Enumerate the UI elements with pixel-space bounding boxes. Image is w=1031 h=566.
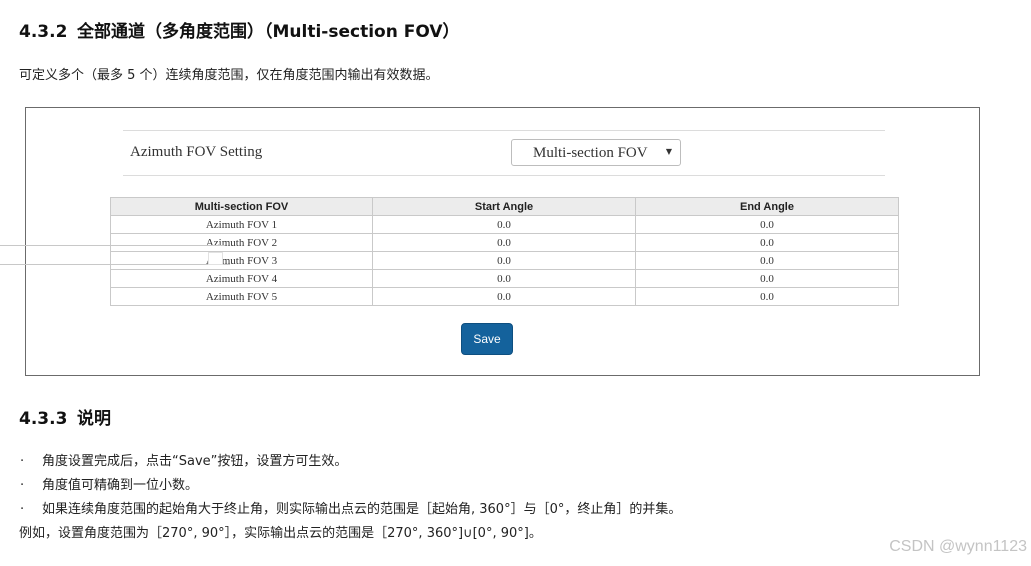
end-angle-cell[interactable]: 0.0 (635, 269, 899, 288)
end-angle-cell[interactable]: 0.0 (635, 287, 899, 306)
start-angle-cell[interactable]: 0.0 (372, 269, 636, 288)
fov-mode-selected-value: Multi-section FOV (533, 145, 648, 161)
section-title: 全部通道（多角度范围）（Multi-section FOV） (77, 22, 460, 42)
section-number: 4.3.2 (19, 22, 68, 42)
bullet-marker: · (20, 502, 25, 517)
fov-name-cell: Azimuth FOV 4 (110, 269, 373, 288)
table-row: Azimuth FOV 2 0.0 0.0 (110, 233, 899, 252)
start-angle-cell[interactable]: 0.0 (372, 251, 636, 270)
overlay-line (0, 245, 225, 246)
watermark: CSDN @wynn1123 (889, 538, 1027, 555)
caret-down-icon: ▼ (665, 147, 672, 156)
overlay-box (208, 252, 223, 265)
section-heading-4-3-3: 4.3.3 说明 (19, 404, 111, 429)
example-paragraph: 例如，设置角度范围为［270°, 90°］，实际输出点云的范围是［270°, 3… (19, 526, 542, 541)
fov-table: Multi-section FOV Start Angle End Angle … (110, 197, 899, 306)
table-row: Azimuth FOV 1 0.0 0.0 (110, 215, 899, 234)
column-header: End Angle (635, 197, 899, 216)
end-angle-cell[interactable]: 0.0 (635, 215, 899, 234)
section-title: 说明 (77, 409, 111, 429)
fov-name-cell: Azimuth FOV 1 (110, 215, 373, 234)
fov-name-cell: Azimuth FOV 2 (110, 233, 373, 252)
list-item: · 角度设置完成后，点击“Save”按钮，设置方可生效。 (20, 450, 347, 469)
bullet-marker: · (20, 454, 25, 469)
table-row: Azimuth FOV 3 0.0 0.0 (110, 251, 899, 270)
fov-setting-label: Azimuth FOV Setting (130, 144, 263, 160)
list-item: · 角度值可精确到一位小数。 (20, 474, 198, 493)
start-angle-cell[interactable]: 0.0 (372, 215, 636, 234)
fov-name-cell: Azimuth FOV 3 (110, 251, 373, 270)
fov-name-cell: Azimuth FOV 5 (110, 287, 373, 306)
start-angle-cell[interactable]: 0.0 (372, 233, 636, 252)
start-angle-cell[interactable]: 0.0 (372, 287, 636, 306)
section-heading-4-3-2: 4.3.2 全部通道（多角度范围）（Multi-section FOV） (19, 17, 460, 42)
list-item-text: 如果连续角度范围的起始角大于终止角，则实际输出点云的范围是［起始角, 360°］… (42, 502, 682, 517)
table-row: Azimuth FOV 5 0.0 0.0 (110, 287, 899, 306)
list-item-text: 角度值可精确到一位小数。 (42, 478, 199, 493)
save-button[interactable]: Save (461, 323, 513, 355)
list-item-text: 角度设置完成后，点击“Save”按钮，设置方可生效。 (42, 454, 348, 469)
overlay-line (0, 264, 230, 265)
intro-paragraph: 可定义多个（最多 5 个）连续角度范围，仅在角度范围内输出有效数据。 (19, 68, 439, 83)
fov-setting-row: Azimuth FOV Setting Multi-section FOV ▼ (123, 130, 885, 176)
end-angle-cell[interactable]: 0.0 (635, 251, 899, 270)
fov-settings-panel: Azimuth FOV Setting Multi-section FOV ▼ … (25, 107, 980, 376)
bullet-marker: · (20, 478, 25, 493)
table-header-row: Multi-section FOV Start Angle End Angle (110, 197, 899, 216)
table-row: Azimuth FOV 4 0.0 0.0 (110, 269, 899, 288)
fov-mode-select[interactable]: Multi-section FOV ▼ (511, 139, 681, 166)
column-header: Start Angle (372, 197, 636, 216)
end-angle-cell[interactable]: 0.0 (635, 233, 899, 252)
section-number: 4.3.3 (19, 409, 68, 429)
list-item: · 如果连续角度范围的起始角大于终止角，则实际输出点云的范围是［起始角, 360°… (20, 498, 681, 517)
column-header: Multi-section FOV (110, 197, 373, 216)
